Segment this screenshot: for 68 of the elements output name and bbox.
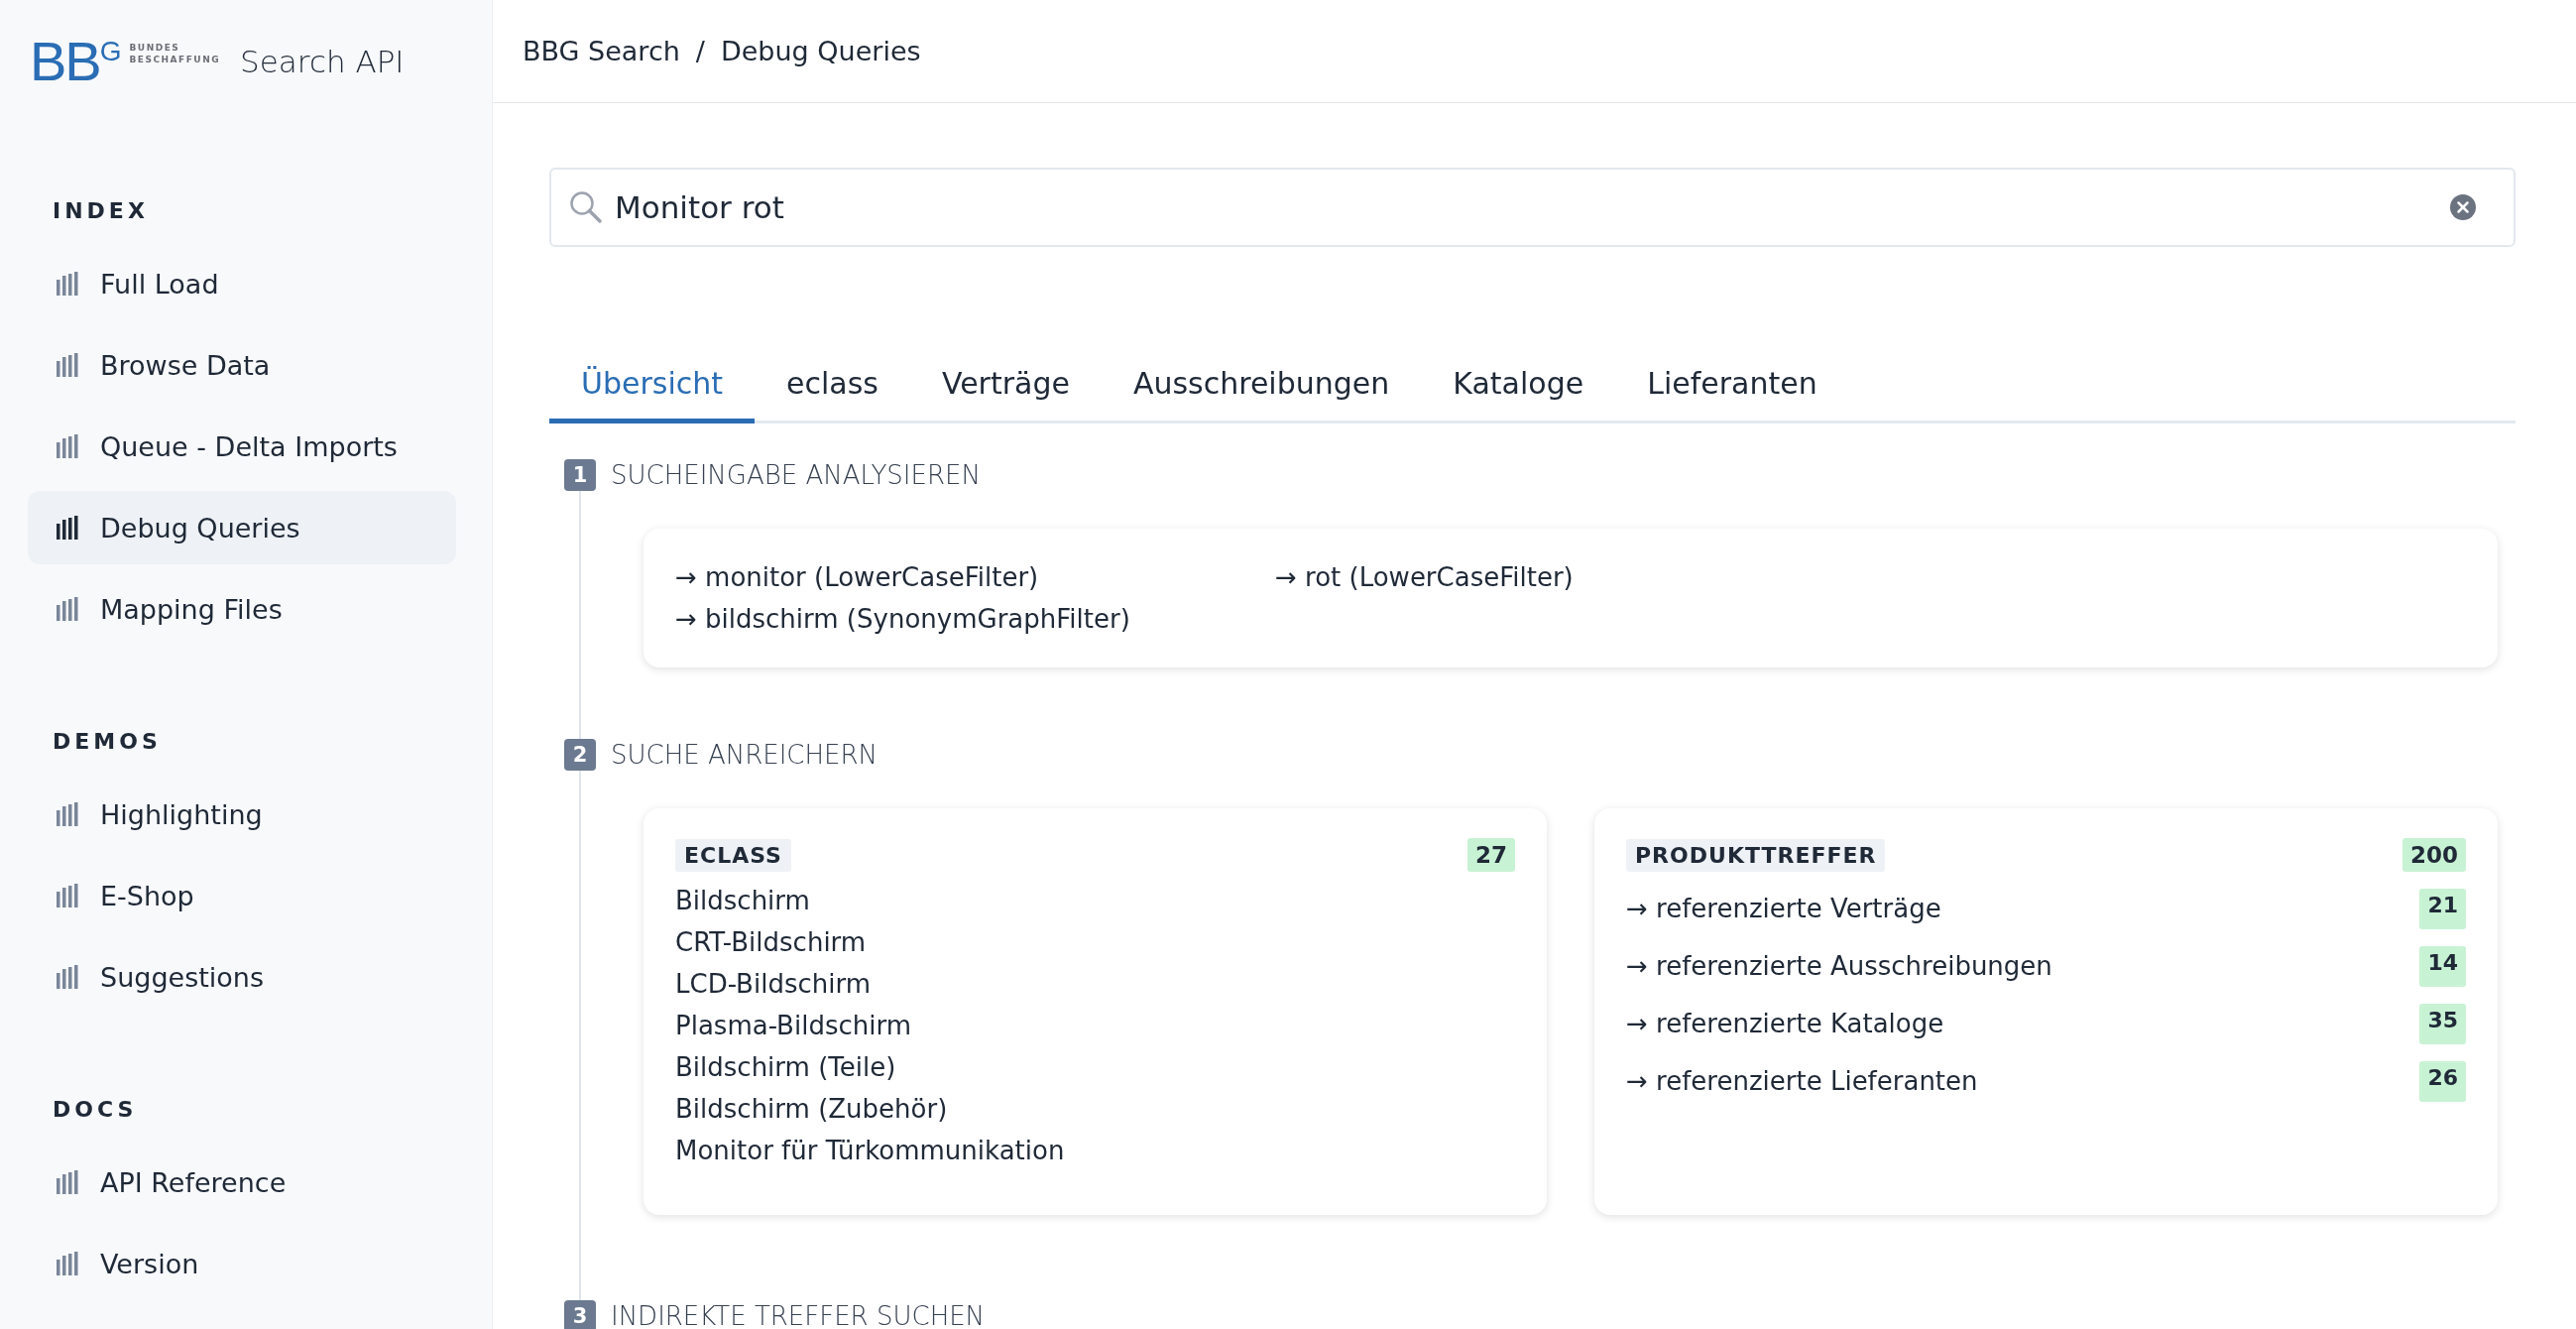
breadcrumb-item[interactable]: Debug Queries	[720, 36, 921, 66]
bar-chart-icon	[57, 353, 78, 377]
tab[interactable]: Übersicht	[549, 348, 756, 423]
clear-icon[interactable]	[2450, 194, 2476, 220]
card-tag: ECLASS	[675, 838, 791, 872]
token-text: → bildschirm (SynonymGraphFilter)	[675, 603, 1131, 636]
breadcrumb-separator: /	[695, 36, 705, 66]
nav-item[interactable]: Mapping Files	[28, 572, 456, 646]
nav-item[interactable]: Full Load	[28, 247, 456, 320]
bar-chart-icon	[57, 965, 78, 989]
step-title: SUCHEINGABE ANALYSIEREN	[611, 460, 981, 490]
reference-text: → referenzierte Lieferanten	[1626, 1066, 1978, 1096]
reference-text: → referenzierte Kataloge	[1626, 1009, 1944, 1038]
section-title: DEMOS	[52, 728, 163, 756]
class-entry: CRT-Bildschirm	[675, 926, 868, 959]
logo-text: BUNDES	[129, 42, 181, 54]
bar-chart-icon	[57, 1170, 78, 1194]
class-entry: Bildschirm (Zubehör)	[675, 1093, 949, 1126]
class-entry: LCD-Bildschirm	[675, 968, 872, 1001]
token-text: → monitor (LowerCaseFilter)	[675, 561, 1040, 594]
bar-chart-icon	[57, 802, 78, 826]
nav-item[interactable]: E-Shop	[28, 859, 456, 932]
bar-chart-icon	[57, 434, 78, 458]
card-tag: PRODUKTTREFFER	[1626, 838, 1886, 872]
nav-item[interactable]: Browse Data	[28, 328, 456, 402]
step-number: 1	[564, 459, 596, 491]
bar-chart-icon	[57, 1252, 78, 1275]
bar-chart-icon	[57, 884, 78, 907]
step-number: 3	[564, 1300, 596, 1329]
bar-chart-icon	[57, 272, 78, 296]
reference-text: → referenzierte Verträge	[1626, 894, 1941, 923]
count-badge: 27	[1467, 838, 1515, 872]
search-icon	[569, 190, 603, 224]
nav-item[interactable]: Version	[28, 1227, 456, 1300]
section-title: DOCS	[52, 1096, 139, 1124]
tab[interactable]: Ausschreibungen	[1101, 348, 1422, 423]
count-badge: 26	[2419, 1060, 2466, 1102]
step-title: SUCHE ANREICHERN	[611, 740, 878, 770]
section-title: INDEX	[52, 197, 150, 225]
token-text: → rot (LowerCaseFilter)	[1275, 561, 1575, 594]
count-badge: 21	[2419, 888, 2466, 929]
count-badge: 200	[2402, 838, 2466, 872]
tab[interactable]: eclass	[755, 348, 910, 423]
nav-item[interactable]: API Reference	[28, 1146, 456, 1219]
class-entry: Monitor für Türkommunikation	[675, 1135, 1066, 1167]
logo-mark: G	[99, 40, 122, 63]
class-entry: Plasma-Bildschirm	[675, 1010, 912, 1042]
nav-item[interactable]: Queue - Delta Imports	[28, 410, 456, 483]
class-entry: Bildschirm (Teile)	[675, 1051, 897, 1084]
class-entry: Bildschirm	[675, 885, 811, 917]
tab[interactable]: Kataloge	[1421, 348, 1616, 423]
nav-item[interactable]: Suggestions	[28, 940, 456, 1014]
reference-text: → referenzierte Ausschreibungen	[1626, 951, 2052, 981]
count-badge: 14	[2419, 945, 2466, 987]
step-title: INDIREKTE TREFFER SUCHEN	[611, 1301, 986, 1329]
nav-item[interactable]: Debug Queries	[28, 491, 456, 564]
step-number: 2	[564, 739, 596, 771]
search-field[interactable]: Monitor rot	[549, 168, 2516, 247]
count-badge: 35	[2419, 1003, 2466, 1044]
app-title: Search API	[240, 44, 405, 79]
bar-chart-icon	[57, 597, 78, 621]
logo-text: BESCHAFFUNG	[129, 54, 221, 65]
nav-item[interactable]: Highlighting	[28, 778, 456, 851]
tab[interactable]: Verträge	[909, 348, 1102, 423]
bar-chart-icon	[57, 516, 78, 540]
tab[interactable]: Lieferanten	[1615, 348, 1849, 423]
logo-letters: BB	[30, 40, 100, 83]
breadcrumb-item[interactable]: BBG Search	[523, 36, 680, 66]
